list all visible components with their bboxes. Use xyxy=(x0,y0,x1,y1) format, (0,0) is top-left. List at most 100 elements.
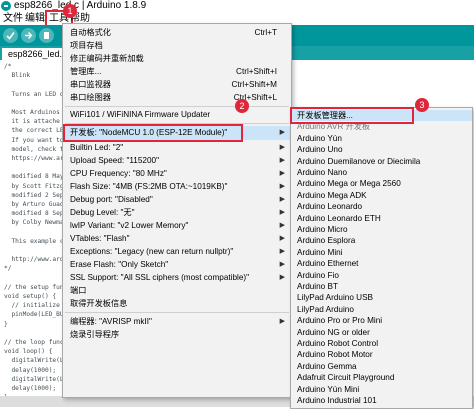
board-list-item[interactable]: Arduino Fio xyxy=(291,270,472,281)
submenu-arrow-icon: ▶ xyxy=(279,129,285,136)
code-line: by Scott Fitzg xyxy=(4,182,64,190)
step-badge-2: 2 xyxy=(235,99,249,113)
code-line: If you want to xyxy=(4,136,64,144)
board-item-label: Arduino Ethernet xyxy=(297,259,359,269)
board-list-item[interactable]: Arduino Industrial 101 xyxy=(291,395,472,406)
board-list-item[interactable]: LilyPad Arduino USB xyxy=(291,292,472,303)
menu-item-debug-level[interactable]: Debug Level: "无" ▶ xyxy=(63,206,291,219)
menu-item-label: 端口 xyxy=(70,286,87,295)
board-list-item[interactable]: Arduino Robot Control xyxy=(291,338,472,349)
menu-item-shortcut: Ctrl+Shift+M xyxy=(231,80,278,89)
submenu-arrow-icon: ▶ xyxy=(279,196,285,203)
board-list-item[interactable]: LilyPad Arduino xyxy=(291,304,472,315)
board-item-label: Arduino Robot Control xyxy=(297,339,379,348)
menu-separator xyxy=(65,106,289,107)
arrow-right-icon xyxy=(25,32,33,39)
board-list-item[interactable]: Arduino Leonardo ETH xyxy=(291,213,472,224)
board-list-item[interactable]: Arduino Mini xyxy=(291,247,472,258)
board-item-label: Arduino Duemilanove or Diecimila xyxy=(297,156,421,166)
menu-item-label: 修正编码并重新加载 xyxy=(70,54,144,63)
board-item-label: Arduino Fio xyxy=(297,270,339,280)
board-list-item[interactable]: Arduino Ethernet xyxy=(291,258,472,269)
menu-item-label: 烧录引导程序 xyxy=(70,330,120,339)
board-item-label: Arduino BT xyxy=(297,282,338,291)
menu-item-programmer[interactable]: 编程器: "AVRISP mkII" ▶ xyxy=(63,315,291,328)
menu-item-label: Debug port: "Disabled" xyxy=(70,195,153,204)
board-list-item[interactable]: Arduino Duemilanove or Diecimila xyxy=(291,156,472,167)
menu-item-exceptions[interactable]: Exceptions: "Legacy (new can return null… xyxy=(63,245,291,258)
board-list-item[interactable]: Arduino Uno xyxy=(291,144,472,155)
board-list-item[interactable]: Arduino Esplora xyxy=(291,235,472,246)
board-list-item[interactable]: Arduino Mega ADK xyxy=(291,190,472,201)
menu-item-port[interactable]: 端口 xyxy=(63,284,291,297)
board-list-item[interactable]: Arduino Yún Mini xyxy=(291,384,472,395)
menu-item-fix-encoding[interactable]: 修正编码并重新加载 xyxy=(63,52,291,65)
verify-button[interactable] xyxy=(3,28,18,43)
menu-item-label: Erase Flash: "Only Sketch" xyxy=(70,260,169,269)
code-line: pinMode(LED_BU xyxy=(4,311,64,319)
menu-item-burn-bootloader[interactable]: 烧录引导程序 xyxy=(63,328,291,341)
board-list-item[interactable]: Arduino Leonardo xyxy=(291,201,472,212)
board-list-item[interactable]: Adafruit Circuit Playground xyxy=(291,372,472,383)
step-badge-3: 3 xyxy=(415,98,429,112)
menu-item-upload-speed[interactable]: Upload Speed: "115200" ▶ xyxy=(63,154,291,167)
board-list-item[interactable]: Arduino Mega or Mega 2560 xyxy=(291,178,472,189)
board-list-item[interactable]: Arduino Robot Motor xyxy=(291,349,472,360)
menu-item-serial-plotter[interactable]: 串口绘图器 Ctrl+Shift+L xyxy=(63,91,291,104)
code-line: model, check t xyxy=(4,145,64,153)
menu-item-debug-port[interactable]: Debug port: "Disabled" ▶ xyxy=(63,193,291,206)
menu-item-flash-size[interactable]: Flash Size: "4MB (FS:2MB OTA:~1019KB)" ▶ xyxy=(63,180,291,193)
boards-manager-highlight-frame xyxy=(290,107,414,124)
board-item-label: Arduino Uno xyxy=(297,145,343,155)
menu-item-cpu-frequency[interactable]: CPU Frequency: "80 MHz" ▶ xyxy=(63,167,291,180)
board-item-label: Arduino Mega or Mega 2560 xyxy=(297,179,401,189)
code-line: the correct LE xyxy=(4,127,64,135)
board-list-item[interactable]: Arduino Pro or Pro Mini xyxy=(291,315,472,326)
code-line: by Colby Newma xyxy=(4,219,64,227)
menu-item-wifi-updater[interactable]: WiFi101 / WiFiNINA Firmware Updater xyxy=(63,108,291,121)
new-sketch-button[interactable] xyxy=(39,28,54,43)
board-list-item[interactable]: Arduino NG or older xyxy=(291,327,472,338)
menu-item-label: CPU Frequency: "80 MHz" xyxy=(70,169,167,178)
menu-item-manage-libraries[interactable]: 管理库... Ctrl+Shift+I xyxy=(63,65,291,78)
submenu-arrow-icon: ▶ xyxy=(279,144,285,151)
board-list-item[interactable]: Arduino BT xyxy=(291,281,472,292)
menu-item-serial-monitor[interactable]: 串口监视器 Ctrl+Shift+M xyxy=(63,78,291,91)
menu-item-shortcut: Ctrl+T xyxy=(254,28,277,37)
menu-item-vtables[interactable]: VTables: "Flash" ▶ xyxy=(63,232,291,245)
board-item-label: Arduino Pro or Pro Mini xyxy=(297,316,383,326)
menu-item-erase-flash[interactable]: Erase Flash: "Only Sketch" ▶ xyxy=(63,258,291,271)
board-item-label: Arduino Leonardo ETH xyxy=(297,213,381,223)
board-list-item[interactable]: Arduino Gemma xyxy=(291,361,472,372)
board-highlight-frame xyxy=(63,124,243,142)
board-item-label: Arduino Yún Mini xyxy=(297,384,360,394)
board-list-item[interactable]: Arduino Micro xyxy=(291,224,472,235)
board-item-label: Arduino Mini xyxy=(297,247,343,257)
code-line: it is attache xyxy=(4,118,60,126)
menu-item-lwip-variant[interactable]: lwIP Variant: "v2 Lower Memory" ▶ xyxy=(63,219,291,232)
menu-item-ssl-support[interactable]: SSL Support: "All SSL ciphers (most comp… xyxy=(63,271,291,284)
code-line: by Arturo Guad xyxy=(4,201,64,208)
menu-item-board-info[interactable]: 取得开发板信息 xyxy=(63,297,291,310)
menu-edit[interactable]: 编辑 xyxy=(23,12,47,25)
board-list-item[interactable]: Arduino Nano xyxy=(291,167,472,178)
code-line: Most Arduinos xyxy=(4,109,60,116)
menu-item-label: 管理库... xyxy=(70,67,102,76)
menu-item-label: SSL Support: "All SSL ciphers (most comp… xyxy=(70,273,250,282)
menu-item-label: Exceptions: "Legacy (new can return null… xyxy=(70,247,234,256)
menu-item-auto-format[interactable]: 自动格式化 Ctrl+T xyxy=(63,26,291,39)
board-item-label: Arduino Nano xyxy=(297,168,348,177)
menu-item-label: 自动格式化 xyxy=(70,28,111,37)
code-line: Turns an LED o xyxy=(4,90,64,98)
board-item-label: Arduino Robot Motor xyxy=(297,350,373,360)
upload-button[interactable] xyxy=(21,28,36,43)
board-item-label: Arduino NG or older xyxy=(297,327,370,337)
board-list-item[interactable]: Arduino Yún xyxy=(291,133,472,144)
menu-item-label: 串口绘图器 xyxy=(70,93,111,102)
arduino-logo-icon xyxy=(1,1,11,11)
menu-item-label: 串口监视器 xyxy=(70,80,111,89)
menu-item-archive-sketch[interactable]: 项目存档 xyxy=(63,39,291,52)
submenu-arrow-icon: ▶ xyxy=(279,274,285,281)
menu-item-builtin-led[interactable]: Builtin Led: "2" ▶ xyxy=(63,141,291,154)
menu-file[interactable]: 文件 xyxy=(1,12,25,25)
